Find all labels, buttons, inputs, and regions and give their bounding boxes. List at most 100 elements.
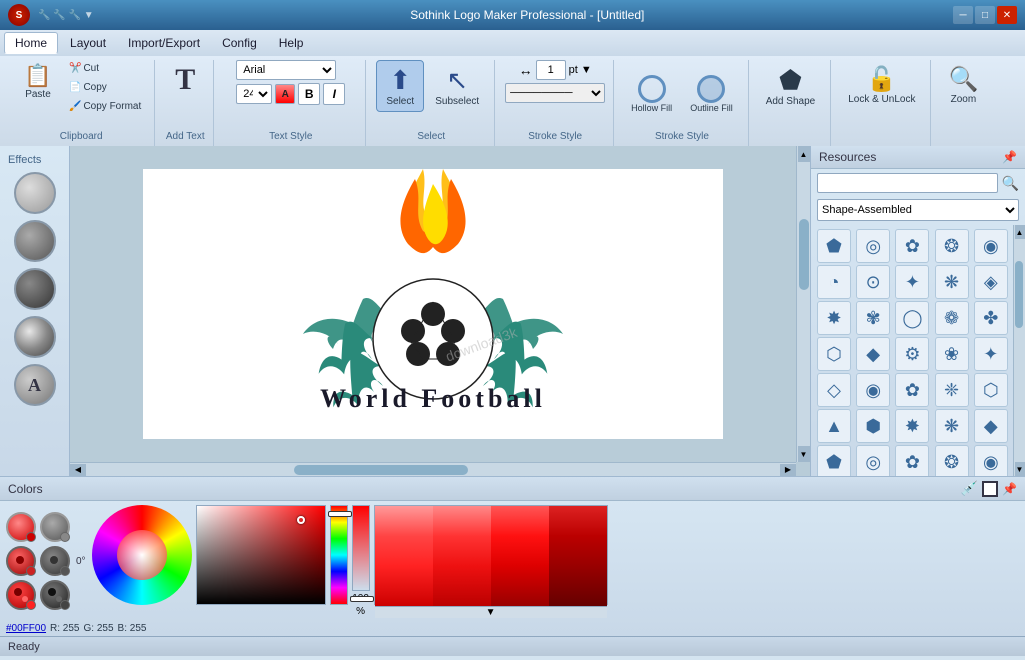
menu-import-export[interactable]: Import/Export xyxy=(118,33,210,53)
copy-format-button[interactable]: 🖌️ Copy Format xyxy=(64,98,146,115)
shape-item[interactable]: ✸ xyxy=(817,301,851,335)
color-hex-link[interactable]: #00FF00 xyxy=(6,623,46,634)
preset-dark-gray[interactable] xyxy=(40,546,70,576)
shape-item[interactable]: ◇ xyxy=(817,373,851,407)
shape-item[interactable]: ✦ xyxy=(974,337,1008,371)
shape-item[interactable]: ❋ xyxy=(935,409,969,443)
scrollbar-horizontal[interactable]: ◀ ▶ xyxy=(70,462,796,476)
shape-item[interactable]: ⬡ xyxy=(817,337,851,371)
cut-button[interactable]: ✂️ Cut xyxy=(64,60,146,77)
menu-config[interactable]: Config xyxy=(212,33,267,53)
add-text-button[interactable]: T xyxy=(165,60,205,102)
font-family-select[interactable]: Arial xyxy=(236,60,336,80)
scroll-up-button[interactable]: ▲ xyxy=(798,146,810,162)
zoom-button[interactable]: 🔍 Zoom xyxy=(941,60,985,110)
shapes-scroll-thumb[interactable] xyxy=(1015,261,1023,328)
shape-item[interactable]: ◎ xyxy=(856,229,890,263)
shape-item[interactable]: ⬟ xyxy=(817,229,851,263)
scroll-thumb-h[interactable] xyxy=(294,465,468,475)
scroll-left-button[interactable]: ◀ xyxy=(70,464,86,476)
shape-item[interactable]: ❁ xyxy=(935,301,969,335)
shape-item[interactable]: ✸ xyxy=(895,409,929,443)
effect-circle-2[interactable] xyxy=(14,220,56,262)
preset-red-filled[interactable] xyxy=(6,512,36,542)
search-icon[interactable]: 🔍 xyxy=(1002,175,1019,192)
effect-circle-3[interactable] xyxy=(14,268,56,310)
swatch-4[interactable] xyxy=(549,506,607,606)
preset-dark-red[interactable] xyxy=(6,546,36,576)
select-button[interactable]: ⬆ Select xyxy=(376,60,424,112)
scroll-thumb-v[interactable] xyxy=(799,219,809,290)
shape-item[interactable]: ❈ xyxy=(935,373,969,407)
shape-item[interactable]: ❂ xyxy=(935,229,969,263)
shape-item[interactable]: ◎ xyxy=(856,445,890,476)
scroll-track-h[interactable] xyxy=(86,465,780,475)
shape-item[interactable]: ◆ xyxy=(974,409,1008,443)
subselect-button[interactable]: ↖ Subselect xyxy=(428,60,486,112)
resources-search-input[interactable] xyxy=(817,173,998,193)
shape-item[interactable]: ❋ xyxy=(935,265,969,299)
swatches-expand-button[interactable]: ▼ xyxy=(375,606,607,618)
lock-unlock-button[interactable]: 🔓 Lock & UnLock xyxy=(841,60,922,110)
shape-item[interactable]: ◯ xyxy=(895,301,929,335)
hollow-fill-button[interactable]: Hollow Fill xyxy=(624,70,679,118)
shape-item[interactable]: ❂ xyxy=(935,445,969,476)
shape-item[interactable]: ◆ xyxy=(856,337,890,371)
colors-pin-button[interactable]: 📌 xyxy=(1002,482,1017,496)
shape-item[interactable]: ◉ xyxy=(974,229,1008,263)
add-shape-button[interactable]: ⬟ Add Shape xyxy=(759,60,823,112)
effect-circle-1[interactable] xyxy=(14,172,56,214)
color-wheel[interactable] xyxy=(92,505,192,605)
shapes-scrollbar-v[interactable]: ▲ ▼ xyxy=(1013,225,1025,476)
paste-button[interactable]: 📋 Paste xyxy=(16,60,60,105)
shape-item[interactable]: ❀ xyxy=(935,337,969,371)
shape-item[interactable]: ⚙ xyxy=(895,337,929,371)
shape-item[interactable]: ✿ xyxy=(895,445,929,476)
shape-item[interactable]: ⬟ xyxy=(817,445,851,476)
copy-button[interactable]: 📄 Copy xyxy=(64,79,146,96)
shape-item[interactable]: ⬢ xyxy=(856,409,890,443)
menu-help[interactable]: Help xyxy=(269,33,314,53)
shape-item[interactable]: ✦ xyxy=(895,265,929,299)
canvas-white[interactable]: World Football download3k xyxy=(143,169,723,439)
color-swatch-button[interactable] xyxy=(982,481,998,497)
shapes-scroll-up[interactable]: ▲ xyxy=(1015,225,1025,239)
stroke-style-select[interactable]: ──────── xyxy=(505,83,605,103)
shape-item[interactable]: ◈ xyxy=(974,265,1008,299)
text-effect-circle[interactable]: A xyxy=(14,364,56,406)
bold-button[interactable]: B xyxy=(298,83,320,105)
shape-category-select[interactable]: Shape-AssembledShape-BasicShape-Complex xyxy=(817,199,1019,221)
shape-item[interactable]: ✾ xyxy=(856,301,890,335)
hue-strip[interactable] xyxy=(330,505,348,605)
color-gradient-box[interactable] xyxy=(196,505,326,605)
swatch-2[interactable] xyxy=(433,506,491,606)
swatch-1[interactable] xyxy=(375,506,433,606)
scroll-down-button[interactable]: ▼ xyxy=(798,446,810,462)
shape-item[interactable]: ⬡ xyxy=(974,373,1008,407)
shape-item[interactable]: ✿ xyxy=(895,373,929,407)
shape-item[interactable]: ◔ xyxy=(817,265,851,299)
eyedropper-icon[interactable]: 💉 xyxy=(961,480,978,497)
shape-item[interactable]: ▲ xyxy=(817,409,851,443)
preset-black[interactable] xyxy=(40,580,70,610)
stroke-dropdown-arrow[interactable]: ▼ xyxy=(581,64,592,76)
preset-medium-red[interactable] xyxy=(6,580,36,610)
preset-gray-filled[interactable] xyxy=(40,512,70,542)
minimize-button[interactable]: ─ xyxy=(953,6,973,24)
alpha-strip[interactable] xyxy=(352,505,370,591)
shape-item[interactable]: ✤ xyxy=(974,301,1008,335)
italic-button[interactable]: I xyxy=(323,83,345,105)
close-button[interactable]: ✕ xyxy=(997,6,1017,24)
outline-fill-button[interactable]: Outline Fill xyxy=(683,70,740,118)
swatch-3[interactable] xyxy=(491,506,549,606)
scroll-right-button[interactable]: ▶ xyxy=(780,464,796,476)
font-size-select[interactable]: 24 xyxy=(236,84,272,104)
shape-item[interactable]: ⊙ xyxy=(856,265,890,299)
shape-item[interactable]: ✿ xyxy=(895,229,929,263)
stroke-size-input[interactable] xyxy=(536,60,566,80)
font-color-button[interactable]: A xyxy=(275,84,295,104)
effect-circle-4[interactable] xyxy=(14,316,56,358)
menu-home[interactable]: Home xyxy=(4,32,58,54)
shapes-scroll-track[interactable] xyxy=(1015,239,1025,462)
shapes-scroll-down[interactable]: ▼ xyxy=(1015,462,1025,476)
